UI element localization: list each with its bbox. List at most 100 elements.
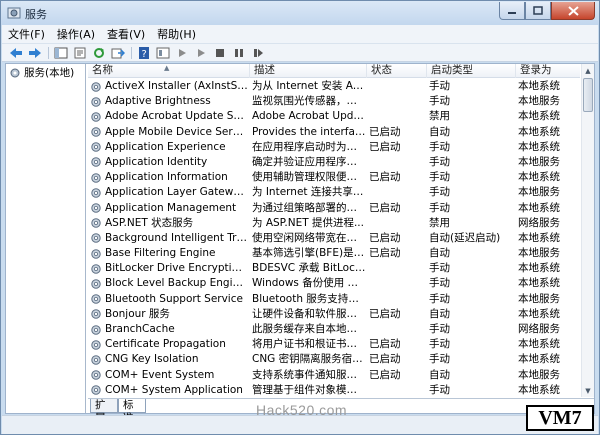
start-service-alt-button[interactable] [193,46,209,60]
column-header-log-on-as[interactable]: 登录为 [516,64,580,78]
scroll-up-icon: ▲ [585,66,591,75]
export-button[interactable] [110,46,126,60]
column-header-startup-type[interactable]: 启动类型 [427,64,516,78]
service-name-cell: CNG Key Isolation [90,352,248,367]
service-description: 将用户证书和根证书从... [252,338,366,351]
service-name-cell: ActiveX Installer (AxInstSV) [90,79,248,94]
service-startup-type: 手动 [429,338,450,351]
services-list: ActiveX Installer (AxInstSV) 为从 Internet … [88,79,580,397]
properties-button[interactable] [72,46,88,60]
tab-standard[interactable]: 标准 [118,399,146,424]
view-button[interactable] [155,46,171,60]
gear-icon [91,309,101,320]
service-log-on-as: 本地服务 [518,186,560,199]
vm7-badge: VM7 [526,405,594,431]
service-name-cell: BitLocker Drive Encryption Se... [90,261,248,276]
table-row[interactable]: Apple Mobile Device Service Provides the … [88,125,580,140]
table-row[interactable]: BranchCache 此服务缓存来自本地子... 手动 网络服务 [88,322,580,337]
column-header-description[interactable]: 描述 [250,64,367,78]
console-tree-button[interactable] [53,46,69,60]
scroll-down-icon: ▼ [585,386,591,395]
menu-action[interactable]: 操作(A) [57,26,95,42]
service-status [369,109,424,124]
vertical-scrollbar[interactable]: ▲ ▼ [581,64,594,397]
table-row[interactable]: Block Level Backup Engine Ser... Windows … [88,276,580,291]
scroll-up-button[interactable]: ▲ [582,64,594,77]
service-name: BitLocker Drive Encryption Se... [105,262,248,275]
services-app-icon [7,7,21,19]
menu-view[interactable]: 查看(V) [107,26,145,42]
table-row[interactable]: Adobe Acrobat Update Service Adobe Acroba… [88,109,580,124]
tab-extended[interactable]: 扩展 [90,399,118,424]
table-row[interactable]: CNG Key Isolation CNG 密钥隔离服务宿主... 已启动 手动 本地系… [88,352,580,367]
service-log-on-as: 本地系统 [518,353,560,366]
table-row[interactable]: Application Information 使用辅助管理权限便于... 已启动 手… [88,170,580,185]
service-name-cell: Block Level Backup Engine Ser... [90,276,248,291]
service-startup-type: 禁用 [429,216,450,229]
service-log-on-as: 网络服务 [518,216,560,229]
service-name: BranchCache [105,323,175,335]
table-row[interactable]: COM+ Event System 支持系统事件通知服务 ... 已启动 自动 本地服务 [88,368,580,383]
table-row[interactable]: Application Management 为通过组策略部署的软... 已启动 手动… [88,201,580,216]
service-status [369,155,424,170]
title-bar[interactable]: 服务 [1,1,599,25]
service-name: Bonjour 服务 [105,307,170,320]
service-name: CNG Key Isolation [105,353,199,366]
table-row[interactable]: Adaptive Brightness 监视氛围光传感器，以... 手动 本地服务 [88,94,580,109]
service-startup-type: 手动 [429,95,450,108]
table-row[interactable]: ActiveX Installer (AxInstSV) 为从 Internet … [88,79,580,94]
table-row[interactable]: Certificate Propagation 将用户证书和根证书从... 已启动 手… [88,337,580,352]
forward-arrow-icon [29,47,41,58]
help-button[interactable]: ? [136,46,152,60]
close-button[interactable] [551,2,595,20]
service-description: Adobe Acrobat Upda... [252,110,366,123]
service-name: Application Layer Gateway Se... [105,186,248,199]
service-name: COM+ Event System [105,368,215,381]
service-status: 已启动 [369,125,401,138]
restart-service-button[interactable] [250,46,266,60]
service-name-cell: COM+ System Application [90,383,248,397]
table-row[interactable]: ASP.NET 状态服务 为 ASP.NET 提供进程... 禁用 网络服务 [88,216,580,231]
table-row[interactable]: Background Intelligent Transf... 使用空闲网络带宽… [88,231,580,246]
service-name-cell: Adaptive Brightness [90,94,248,109]
start-service-button[interactable] [174,46,190,60]
play-alt-icon [198,48,205,57]
services-list-pane: ▲ 名称 描述 状态 启动类型 登录为 ActiveX Installer (A… [88,64,594,424]
stop-service-button[interactable] [212,46,228,60]
column-header-status[interactable]: 状态 [367,64,427,78]
table-row[interactable]: COM+ System Application 管理基于组件对象模型 (... 手动… [88,383,580,397]
toolbar: ? [2,44,598,62]
service-status [369,292,424,307]
service-log-on-as: 本地系统 [518,80,560,92]
service-log-on-as: 本地系统 [518,277,560,290]
table-row[interactable]: Application Experience 在应用程序启动时为应... 已启动 手动… [88,140,580,155]
refresh-button[interactable] [91,46,107,60]
table-row[interactable]: BitLocker Drive Encryption Se... BDESVC 承… [88,261,580,276]
minimize-button[interactable] [499,2,525,20]
tree-item-services-local[interactable]: 服务(本地) [9,65,74,80]
forward-button[interactable] [27,46,43,60]
restart-icon [254,48,263,57]
service-name-cell: Apple Mobile Device Service [90,125,248,140]
menu-file[interactable]: 文件(F) [8,26,45,42]
service-startup-type: 手动 [429,140,450,153]
service-description: Provides the interface... [252,125,366,138]
service-name: Application Experience [105,140,226,153]
pause-service-button[interactable] [231,46,247,60]
properties-icon [74,47,86,58]
table-row[interactable]: Base Filtering Engine 基本筛选引擎(BFE)是一... 已启动… [88,246,580,261]
scroll-thumb[interactable] [583,78,593,112]
table-row[interactable]: Application Identity 确定并验证应用程序的... 手动 本地服务 [88,155,580,170]
column-header-name[interactable]: ▲ 名称 [88,64,250,78]
back-button[interactable] [8,46,24,60]
service-description: Windows 备份使用 WB... [252,277,366,290]
service-log-on-as: 本地系统 [518,125,560,138]
table-row[interactable]: Bluetooth Support Service Bluetooth 服务支持发… [88,292,580,307]
table-row[interactable]: Application Layer Gateway Se... 为 Interne… [88,185,580,200]
table-row[interactable]: Bonjour 服务 让硬件设备和软件服务... 已启动 自动 本地系统 [88,307,580,322]
maximize-button[interactable] [525,2,551,20]
service-startup-type: 自动 [429,247,450,260]
menu-help[interactable]: 帮助(H) [157,26,196,42]
service-status: 已启动 [369,247,401,260]
scroll-down-button[interactable]: ▼ [582,384,594,397]
